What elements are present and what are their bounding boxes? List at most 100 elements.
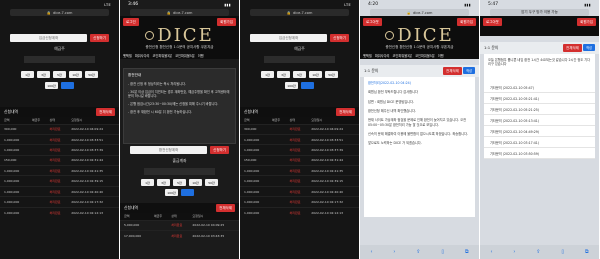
submit-chip[interactable] (301, 82, 314, 89)
history-title: 신청내역 (4, 109, 18, 114)
history-header: 신청내역 전체삭제 (0, 107, 119, 117)
chip-50k[interactable]: 5만 (293, 71, 306, 78)
logout-button[interactable]: 로그아웃 (363, 18, 382, 26)
chip-100k[interactable]: 10만 (189, 179, 202, 186)
table-row: 1,000,000 처리완료 2022-02-10 03:37:39 (240, 144, 359, 156)
deposit-form: 입금신청계좌 신청하기 예금주 1만 3만 5만 10만 50만 100만 (240, 16, 359, 93)
signal-indicator: LTE (104, 2, 111, 7)
quick-menu[interactable]: 충전신청 환전신청 1:1문의 공지사항 쿠폰지급 (360, 44, 479, 51)
apply-button[interactable]: 신청하기 (330, 34, 349, 42)
list-item[interactable]: 기타문의 (2022-02-10 05:21:41) (484, 93, 595, 104)
chip-500k[interactable]: 50만 (325, 71, 338, 78)
quick-menu[interactable]: 충전신청 환전신청 1:1문의 공지사항 쿠폰지급 (120, 44, 239, 51)
list-item[interactable]: 기타문의 (2022-02-10 03:50:59) (484, 148, 595, 159)
nav-item[interactable]: 벳책필 (363, 53, 372, 58)
signup-button[interactable]: 회원가입 (577, 18, 596, 26)
table-row: 1,000,000 처리완료 2022-02-10 03:33:51 (0, 133, 119, 145)
game-nav: 벳책필 파워사다리 코인파워볼3분 코인파워볼5분 이벤 (120, 51, 239, 59)
col-holder: 예금주 (27, 117, 46, 124)
url-bar[interactable]: 🔒 dice-7.com (10, 9, 109, 16)
list-item[interactable]: 기타문의 (2022-02-10 05:13:41) (484, 115, 595, 126)
list-item[interactable]: 기타문의 (2022-02-10 05:47) (484, 82, 595, 93)
status-bar: 3:46 ▮▮▮ (120, 0, 239, 9)
chip-30k[interactable]: 3만 (277, 71, 290, 78)
write-button[interactable]: 작성 (463, 66, 475, 74)
history-header: 신청내역 전체삭제 (120, 203, 239, 213)
nav-item[interactable]: 이벤 (438, 53, 444, 58)
submit-chip[interactable] (181, 189, 194, 196)
nav-item[interactable]: 파워사다리 (135, 53, 150, 58)
screenshot-inquiry-detail: 4:20 ▮▮▮ 🔒 dice-7.com 로그아웃 회원가입 DICE 충전신… (360, 0, 479, 259)
bookmarks-icon[interactable]: ▯ (441, 249, 444, 255)
apply-button[interactable]: 신청하기 (90, 34, 109, 42)
table-row: 5,000,000 처리완료 2022-02-10 04:09:25 (120, 219, 239, 231)
amount-input[interactable] (24, 56, 95, 63)
delete-all-button[interactable]: 전체삭제 (443, 67, 462, 76)
delete-all-button[interactable]: 전체삭제 (563, 44, 582, 53)
withdraw-amount-input[interactable] (144, 168, 215, 175)
chip-1m[interactable]: 100만 (285, 82, 298, 89)
url-bar[interactable]: 🔒 dice-7.com (370, 9, 469, 16)
back-icon[interactable]: ‹ (370, 249, 372, 255)
chip-100k[interactable]: 10만 (309, 71, 322, 78)
account-input[interactable]: 입금신청계좌 (250, 34, 328, 42)
nav-item[interactable]: 벳책필 (123, 53, 132, 58)
chip-1m[interactable]: 100만 (165, 189, 178, 196)
nav-item[interactable]: 파워사다리 (375, 53, 390, 58)
signup-button[interactable]: 회원가입 (457, 18, 476, 26)
table-row: 1,000,000 처리완료 2022-02-10 03:37:39 (0, 144, 119, 156)
share-icon[interactable]: ⇪ (416, 249, 420, 255)
forward-icon[interactable]: › (393, 249, 395, 255)
table-row: 1,000,000 처리완료 2022-02-10 02:41:35 (0, 165, 119, 176)
history-table: 금액 예금주 상태 요청일시 300,000 처리완료 2022-02-10 04:… (0, 117, 119, 218)
nav-item[interactable]: 이벤 (198, 53, 204, 58)
chip-500k[interactable]: 50만 (205, 179, 218, 186)
chip-30k[interactable]: 3만 (37, 71, 50, 78)
chip-50k[interactable]: 5만 (53, 71, 66, 78)
chip-1m[interactable]: 100만 (45, 82, 58, 89)
emblem-icon (385, 30, 395, 40)
url-bar[interactable]: 🔒 dice-7.com (130, 9, 229, 16)
list-item[interactable]: 기타문의 (2022-02-10 04:49:29) (484, 126, 595, 137)
account-input[interactable]: 입금신청계좌 (10, 34, 88, 42)
chip-10k[interactable]: 1만 (141, 179, 154, 186)
chip-500k[interactable]: 50만 (85, 71, 98, 78)
nav-item[interactable]: 코인파워볼3분 (392, 53, 412, 58)
logout-button[interactable]: 로그아웃 (483, 18, 502, 26)
nav-item[interactable]: 코인파워볼5분 (415, 53, 435, 58)
chip-10k[interactable]: 1만 (21, 71, 34, 78)
emblem-icon (145, 30, 155, 40)
table-row: 1,000,000 처리완료 2022-02-10 03:33:51 (240, 133, 359, 145)
amount-input[interactable] (264, 56, 335, 63)
signup-button[interactable]: 회원가입 (217, 18, 236, 26)
chip-50k[interactable]: 5만 (173, 179, 186, 186)
nav-item[interactable]: 코인파워볼3분 (152, 53, 172, 58)
delete-all-button[interactable]: 전체삭제 (336, 108, 355, 116)
write-button[interactable]: 작성 (583, 43, 595, 51)
back-icon[interactable]: ‹ (490, 249, 492, 255)
browser-toolbar: ‹ › ⇪ ▯ ⧉ (480, 245, 599, 259)
delete-all-button[interactable]: 전체삭제 (216, 204, 235, 212)
forward-icon[interactable]: › (513, 249, 515, 255)
withdraw-form: 환전신청계좌 신청하기 출금계좌 1만 3만 5만 10만 50만 100만 (120, 146, 239, 196)
table-row: 1,000,000 처리완료 2022-02-10 02:12:13 (240, 206, 359, 218)
delete-all-button[interactable]: 전체삭제 (96, 108, 115, 116)
tabs-icon[interactable]: ⧉ (585, 249, 589, 255)
url-bar[interactable]: 암기 두구 망가 이용 가능 (490, 9, 589, 16)
chip-10k[interactable]: 1만 (261, 71, 274, 78)
login-button[interactable]: 로그인 (123, 18, 139, 26)
bookmarks-icon[interactable]: ▯ (561, 249, 564, 255)
tabs-icon[interactable]: ⧉ (465, 249, 469, 255)
share-icon[interactable]: ⇪ (536, 249, 540, 255)
list-item[interactable]: 기타문의 (2022-02-10 05:21:25) (484, 104, 595, 115)
table-row: 150,000 처리완료 2022-02-10 02:31:44 (0, 154, 119, 166)
submit-chip[interactable] (61, 82, 74, 89)
url-bar[interactable]: 🔒 dice-7.com (250, 9, 349, 16)
list-item[interactable]: 기타문의 (2022-02-10 03:17:41) (484, 137, 595, 148)
signal-indicator: ▮▮▮ (464, 2, 471, 7)
withdraw-apply-button[interactable]: 신청하기 (210, 146, 229, 154)
withdraw-account-input[interactable]: 환전신청계좌 (130, 146, 208, 154)
nav-item[interactable]: 코인파워볼5분 (175, 53, 195, 58)
chip-30k[interactable]: 3만 (157, 179, 170, 186)
chip-100k[interactable]: 10만 (69, 71, 82, 78)
